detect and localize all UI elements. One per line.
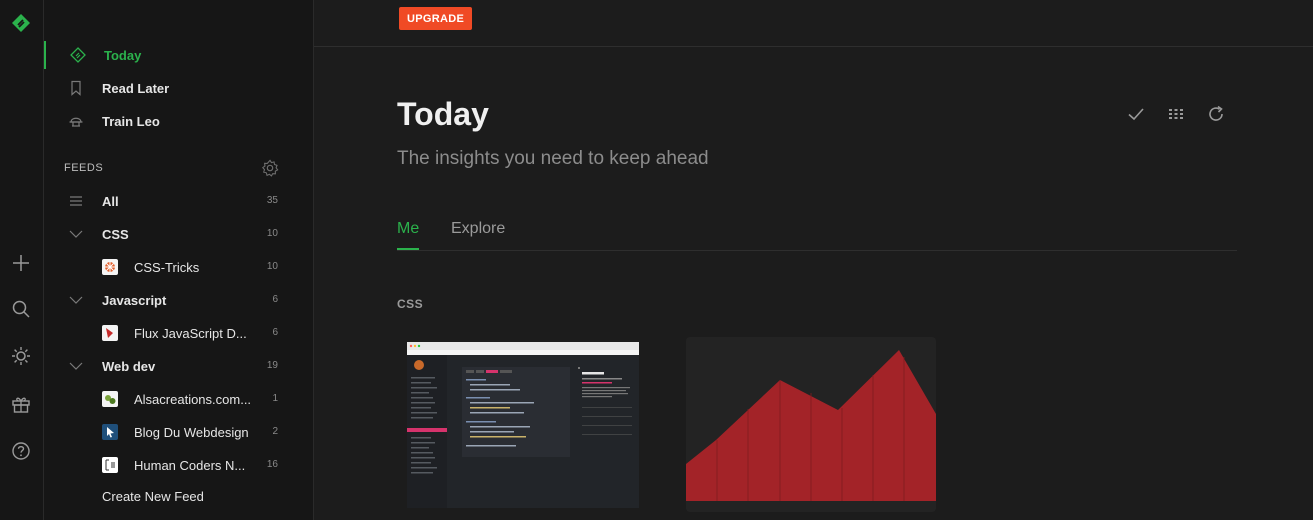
today-icon	[70, 47, 86, 63]
page-title: Today	[397, 96, 489, 132]
tab-me[interactable]: Me	[397, 220, 420, 250]
feed-label: Javascript	[102, 293, 167, 308]
feed-row-css-tricks[interactable]: CSS-Tricks 10	[44, 253, 314, 281]
nav-item-read-later[interactable]: Read Later	[44, 74, 314, 102]
top-bar: UPGRADE	[314, 0, 1313, 47]
feed-row-blog-du-webdesign[interactable]: Blog Du Webdesign 2	[44, 418, 314, 446]
flux-favicon	[102, 325, 118, 341]
leo-icon	[69, 117, 83, 127]
feed-count: 10	[266, 228, 278, 239]
feed-label: Flux JavaScript D...	[134, 326, 247, 341]
feed-count: 6	[272, 294, 278, 305]
feed-count: 1	[272, 393, 278, 404]
sidebar: Today Read Later Train Leo FEEDS All 35 …	[44, 0, 314, 520]
feed-count: 6	[272, 327, 278, 338]
nav-item-train-leo[interactable]: Train Leo	[44, 107, 314, 135]
page-subtitle: The insights you need to keep ahead	[397, 148, 709, 169]
tab-explore[interactable]: Explore	[451, 220, 505, 248]
create-new-feed-link[interactable]: Create New Feed	[102, 489, 204, 504]
chevron-down-icon[interactable]	[68, 226, 84, 242]
layout-grid-icon[interactable]	[1166, 104, 1188, 126]
section-label: CSS	[397, 297, 424, 311]
feed-label: CSS-Tricks	[134, 260, 200, 275]
plus-icon[interactable]	[10, 252, 32, 274]
feed-label: Human Coders N...	[134, 458, 246, 473]
gear-icon[interactable]	[261, 159, 279, 177]
feed-label: Web dev	[102, 359, 156, 374]
gift-icon[interactable]	[10, 393, 32, 415]
nav-label-today: Today	[104, 47, 142, 63]
bookmark-icon	[71, 80, 81, 96]
feed-label: Alsacreations.com...	[134, 392, 252, 407]
chevron-down-icon[interactable]	[68, 292, 84, 308]
feed-row-flux[interactable]: Flux JavaScript D... 6	[44, 319, 314, 347]
feed-row-alsacreations[interactable]: Alsacreations.com... 1	[44, 385, 314, 413]
feed-row-all[interactable]: All 35	[44, 187, 314, 215]
feed-label: All	[102, 194, 119, 209]
list-icon	[70, 196, 82, 206]
feed-count: 2	[272, 426, 278, 437]
article-thumbnail[interactable]	[686, 337, 936, 512]
human-coders-favicon	[102, 457, 118, 473]
feed-row-web-dev[interactable]: Web dev 19	[44, 352, 314, 380]
alsacreations-favicon	[102, 391, 118, 407]
css-tricks-favicon	[102, 259, 118, 275]
feedly-logo-icon[interactable]	[10, 12, 32, 34]
nav-item-today[interactable]: Today	[44, 41, 314, 69]
main-content: UPGRADE Today The insights you need to k…	[314, 0, 1313, 520]
feed-count: 35	[266, 195, 278, 206]
feed-row-javascript[interactable]: Javascript 6	[44, 286, 314, 314]
article-thumbnail[interactable]	[406, 337, 656, 512]
feed-count: 19	[266, 360, 278, 371]
refresh-icon[interactable]	[1206, 104, 1228, 126]
tab-bar: Me Explore	[397, 218, 1237, 251]
chevron-down-icon[interactable]	[68, 358, 84, 374]
icon-rail	[0, 0, 44, 520]
feeds-header: FEEDS	[64, 162, 104, 174]
nav-label-read-later: Read Later	[102, 80, 170, 96]
feed-row-human-coders[interactable]: Human Coders N... 16	[44, 451, 314, 479]
theme-sun-icon[interactable]	[10, 345, 32, 367]
feed-count: 10	[266, 261, 278, 272]
upgrade-button[interactable]: UPGRADE	[399, 7, 473, 30]
feed-count: 16	[266, 459, 278, 470]
search-icon[interactable]	[10, 298, 32, 320]
help-icon[interactable]	[10, 440, 32, 462]
feed-label: Blog Du Webdesign	[134, 425, 249, 440]
feed-row-css[interactable]: CSS 10	[44, 220, 314, 248]
mark-read-check-icon[interactable]	[1126, 104, 1148, 126]
feed-label: CSS	[102, 227, 129, 242]
blog-du-webdesign-favicon	[102, 424, 118, 440]
nav-label-train-leo: Train Leo	[102, 113, 160, 129]
